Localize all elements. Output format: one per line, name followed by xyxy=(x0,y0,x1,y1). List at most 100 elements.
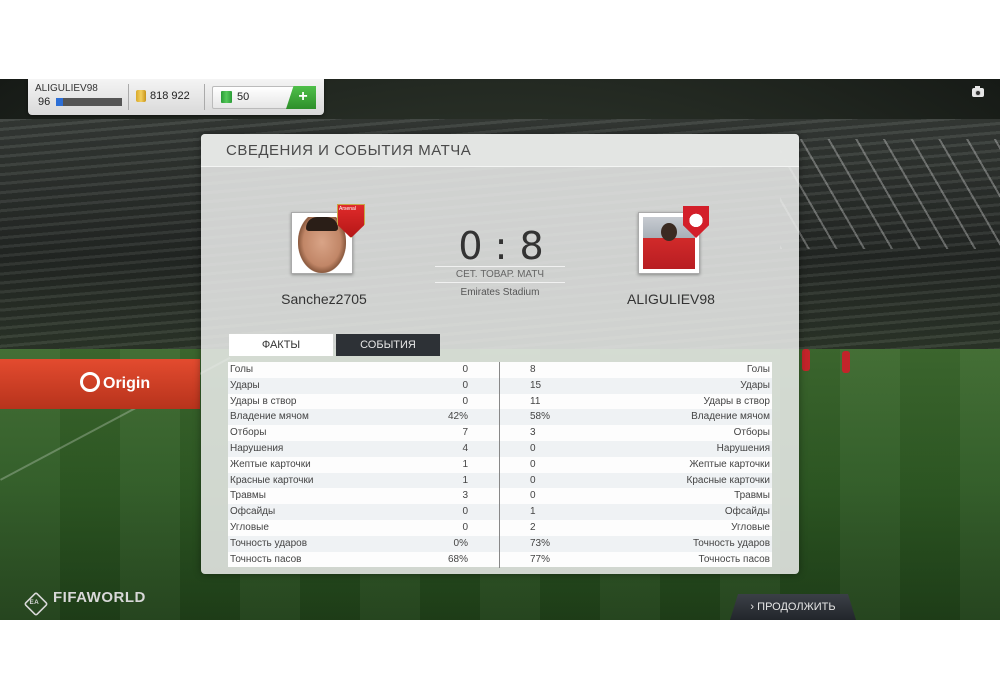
points-box: 50 + xyxy=(212,86,316,109)
stat-label-home: Владение мячом xyxy=(230,411,309,423)
stat-label-away: Удары xyxy=(740,379,770,391)
stat-label-home: Жептые карточки xyxy=(230,458,311,470)
stat-value-home: 0 xyxy=(462,364,468,375)
ea-logo-text: EA xyxy=(29,598,40,606)
ad-text: Origin xyxy=(103,375,151,392)
match-type: СЕТ. ТОВАР. МАТЧ xyxy=(435,266,565,283)
stat-value-away: 0 xyxy=(530,474,536,486)
stat-value-home: 0 xyxy=(462,395,468,407)
stat-label-home: Точность ударов xyxy=(230,537,308,549)
stadium-name: Emirates Stadium xyxy=(460,287,540,298)
stat-value-away: 73% xyxy=(530,537,551,549)
stat-label-home: Красные карточки xyxy=(230,474,314,486)
stat-value-home: 42% xyxy=(447,411,468,423)
stat-value-away: 8 xyxy=(530,364,536,375)
home-team-name: Sanchez2705 xyxy=(281,291,367,307)
panel-header: СВЕДЕНИЯ И СОБЫТИЯ МАТЧА xyxy=(201,134,799,167)
stats-divider xyxy=(499,362,500,568)
stat-label-home: Удары xyxy=(230,379,260,391)
coins-balance: 818 922 xyxy=(150,90,190,102)
divider xyxy=(204,84,205,110)
panel-title: СВЕДЕНИЯ И СОБЫТИЯ МАТЧА xyxy=(226,142,472,159)
stat-value-home: 0 xyxy=(462,506,468,518)
ad-board-text: Origin xyxy=(80,372,150,393)
stats-table: Голы 0 8 Голы Удары 0 15 Удары Удары в створ 0 11 У… xyxy=(228,362,772,568)
user-name: ALIGULIEV98 xyxy=(35,83,98,94)
table-row: Отборы 7 3 Отборы xyxy=(228,425,772,441)
stat-label-away: Угловые xyxy=(731,521,770,533)
stat-value-away: 1 xyxy=(530,506,536,518)
stat-label-away: Жептые карточки xyxy=(689,458,770,470)
stat-label-away: Красные карточки xyxy=(686,474,770,486)
stat-label-home: Угловые xyxy=(230,521,269,533)
stat-value-away: 3 xyxy=(530,427,536,439)
player-figure xyxy=(802,349,810,371)
stat-label-away: Нарушения xyxy=(716,442,770,454)
stat-label-home: Офсайды xyxy=(230,506,276,518)
stat-label-away: Владение мячом xyxy=(691,411,770,423)
stat-value-away: 15 xyxy=(530,379,542,391)
divider xyxy=(128,84,129,110)
table-row: Угловые 0 2 Угловые xyxy=(228,519,772,536)
table-row: Офсайды 0 1 Офсайды xyxy=(228,504,772,520)
table-row: Точность пасов 68% 77% Точность пасов xyxy=(228,551,772,568)
stat-label-away: Точность пасов xyxy=(698,553,771,565)
stat-value-home: 0 xyxy=(462,521,468,533)
ea-logo-icon: EA xyxy=(23,591,49,617)
stat-label-away: Офсайды xyxy=(724,506,770,518)
player-figure xyxy=(842,351,850,373)
stat-value-away: 2 xyxy=(530,521,536,533)
stat-value-home: 0 xyxy=(462,379,468,391)
stat-value-away: 58% xyxy=(530,411,551,423)
coins-icon xyxy=(136,90,146,102)
table-row: Удары 0 15 Удары xyxy=(228,377,772,394)
continue-button[interactable]: › ПРОДОЛЖИТЬ xyxy=(730,594,856,620)
table-row: Голы 0 8 Голы xyxy=(228,362,772,378)
table-row: Жептые карточки 1 0 Жептые карточки xyxy=(228,456,772,473)
table-row: Красные карточки 1 0 Красные карточки xyxy=(228,472,772,489)
game-screen: Origin ALIGULIEV98 96 818 922 50 + СВЕДЕ… xyxy=(0,79,1000,620)
stat-value-home: 0% xyxy=(453,537,468,549)
chevron-right-icon: › xyxy=(750,601,755,613)
fifa-world-logo: EA FIFAWORLD xyxy=(23,589,146,617)
stat-value-away: 0 xyxy=(530,490,536,502)
stat-label-home: Отборы xyxy=(230,427,267,439)
stat-label-away: Удары в створ xyxy=(703,395,771,407)
stat-value-home: 1 xyxy=(462,474,468,486)
camera-icon[interactable] xyxy=(972,86,984,97)
stat-label-away: Отборы xyxy=(733,427,770,439)
away-team-name: ALIGULIEV98 xyxy=(627,291,715,307)
stat-value-home: 4 xyxy=(462,442,468,454)
points-icon xyxy=(221,91,232,103)
stat-label-away: Голы xyxy=(746,364,770,375)
origin-logo-icon xyxy=(80,372,100,392)
stat-label-home: Голы xyxy=(230,364,254,375)
stat-value-home: 1 xyxy=(462,458,468,470)
crest-text: Arsenal xyxy=(339,206,356,212)
stat-value-away: 11 xyxy=(530,395,541,407)
stat-label-away: Точность ударов xyxy=(692,537,770,549)
stat-value-home: 7 xyxy=(462,427,468,439)
stat-value-away: 0 xyxy=(530,458,536,470)
user-panel: ALIGULIEV98 96 818 922 50 + xyxy=(28,79,324,115)
tab-facts[interactable]: ФАКТЫ xyxy=(229,334,333,356)
stat-label-home: Удары в створ xyxy=(230,395,297,407)
stat-value-away: 0 xyxy=(530,442,536,454)
xp-progress-bar xyxy=(56,98,122,106)
stat-label-home: Нарушения xyxy=(230,442,284,454)
table-row: Травмы 3 0 Травмы xyxy=(228,488,772,505)
table-row: Нарушения 4 0 Нарушения xyxy=(228,440,772,457)
stat-label-home: Точность пасов xyxy=(230,553,302,565)
match-facts-panel: СВЕДЕНИЯ И СОБЫТИЯ МАТЧА Arsenal Sanchez… xyxy=(201,134,799,574)
match-score: 0 : 8 xyxy=(458,224,544,268)
tab-events[interactable]: СОБЫТИЯ xyxy=(336,334,440,356)
points-balance: 50 xyxy=(237,91,250,103)
continue-label: ПРОДОЛЖИТЬ xyxy=(757,601,836,613)
stat-value-home: 3 xyxy=(462,490,468,502)
stadium-roof xyxy=(780,139,1000,249)
add-points-button[interactable]: + xyxy=(286,86,316,109)
table-row: Владение мячом 42% 58% Владение мячом xyxy=(228,409,772,426)
stat-label-home: Травмы xyxy=(230,490,266,502)
logo-text: FIFAWORLD xyxy=(53,589,146,606)
xp-progress-fill xyxy=(56,98,63,106)
